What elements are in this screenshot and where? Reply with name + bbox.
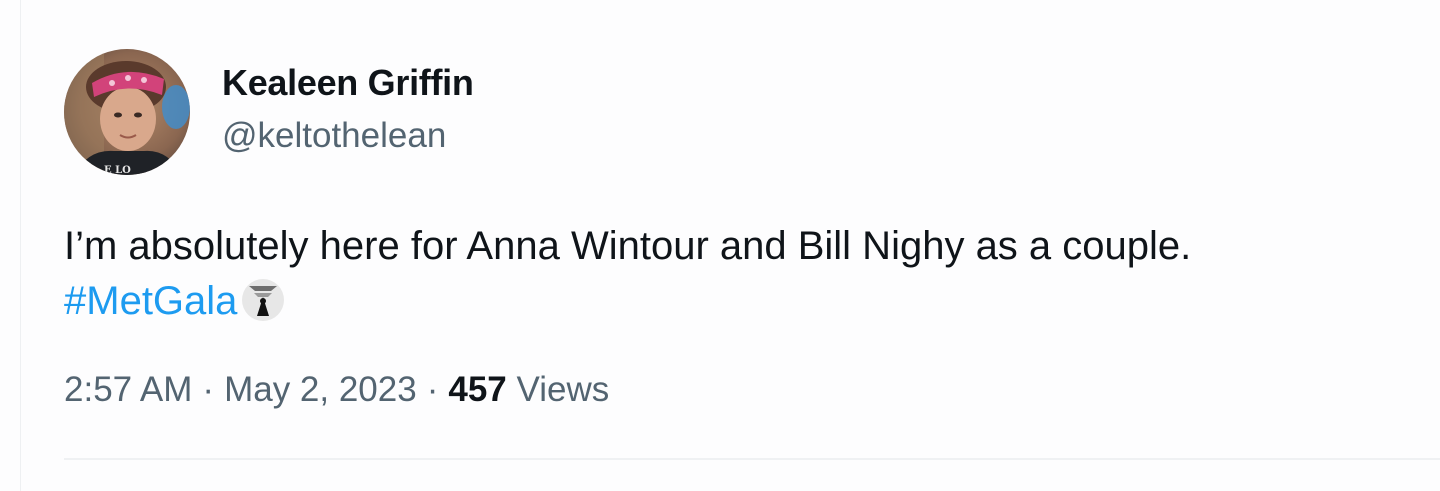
- meta-separator: ·: [202, 370, 215, 409]
- tweet-date[interactable]: May 2, 2023: [224, 370, 417, 409]
- avatar[interactable]: E LO: [64, 49, 190, 175]
- tweet-text-line: I’m absolutely here for Anna Wintour and…: [64, 224, 1192, 268]
- views-count: 457: [448, 370, 507, 409]
- tweet-meta: 2:57 AM · May 2, 2023 · 457 Views: [64, 370, 609, 410]
- svg-text:E LO: E LO: [104, 165, 131, 175]
- profile-photo: E LO: [64, 49, 190, 175]
- author-display-name[interactable]: Kealeen Griffin: [222, 62, 474, 104]
- meta-separator: ·: [426, 370, 439, 409]
- views-label: Views: [516, 370, 610, 409]
- tweet-hashtag-line: #MetGala: [64, 274, 1404, 337]
- tweet-time[interactable]: 2:57 AM: [64, 370, 192, 409]
- tweet-text: I’m absolutely here for Anna Wintour and…: [64, 219, 1404, 337]
- hashtag-link[interactable]: #MetGala: [64, 279, 237, 323]
- tweet-card: E LO Kealeen Griffin @keltothelean I’m a…: [0, 0, 1440, 491]
- met-gala-hashflag-icon: [241, 278, 285, 337]
- author-handle[interactable]: @keltothelean: [222, 116, 446, 156]
- divider: [64, 458, 1440, 460]
- column-border: [20, 0, 21, 491]
